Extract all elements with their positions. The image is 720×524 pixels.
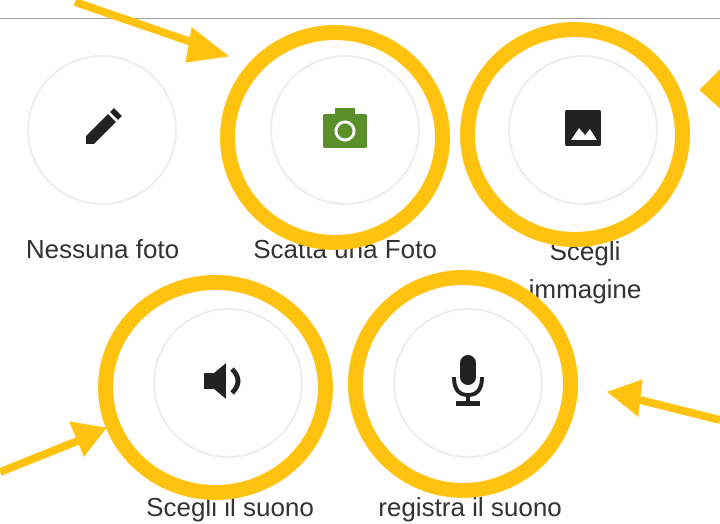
speaker-icon (200, 361, 256, 406)
choose-sound-label: Scegli il suono (146, 492, 314, 522)
record-sound-button[interactable] (393, 308, 543, 458)
microphone-icon (448, 353, 488, 414)
choose-image-button[interactable] (508, 55, 658, 205)
record-sound-label: registra il suono (378, 492, 562, 522)
divider-line (0, 18, 720, 19)
take-photo-label: Scatta una Foto (253, 234, 437, 264)
choose-sound-button[interactable] (153, 308, 303, 458)
camera-icon (321, 106, 369, 155)
no-photo-button[interactable] (27, 55, 177, 205)
choose-image-label: Scegli immagine (528, 236, 642, 304)
take-photo-button[interactable] (270, 55, 420, 205)
arrow-icon (73, 0, 230, 63)
arrow-icon (606, 379, 720, 424)
pencil-icon (78, 104, 126, 157)
image-icon (563, 108, 603, 153)
arrow-icon (0, 421, 107, 476)
no-photo-label: Nessuna foto (25, 234, 180, 264)
arrow-icon (699, 69, 720, 109)
